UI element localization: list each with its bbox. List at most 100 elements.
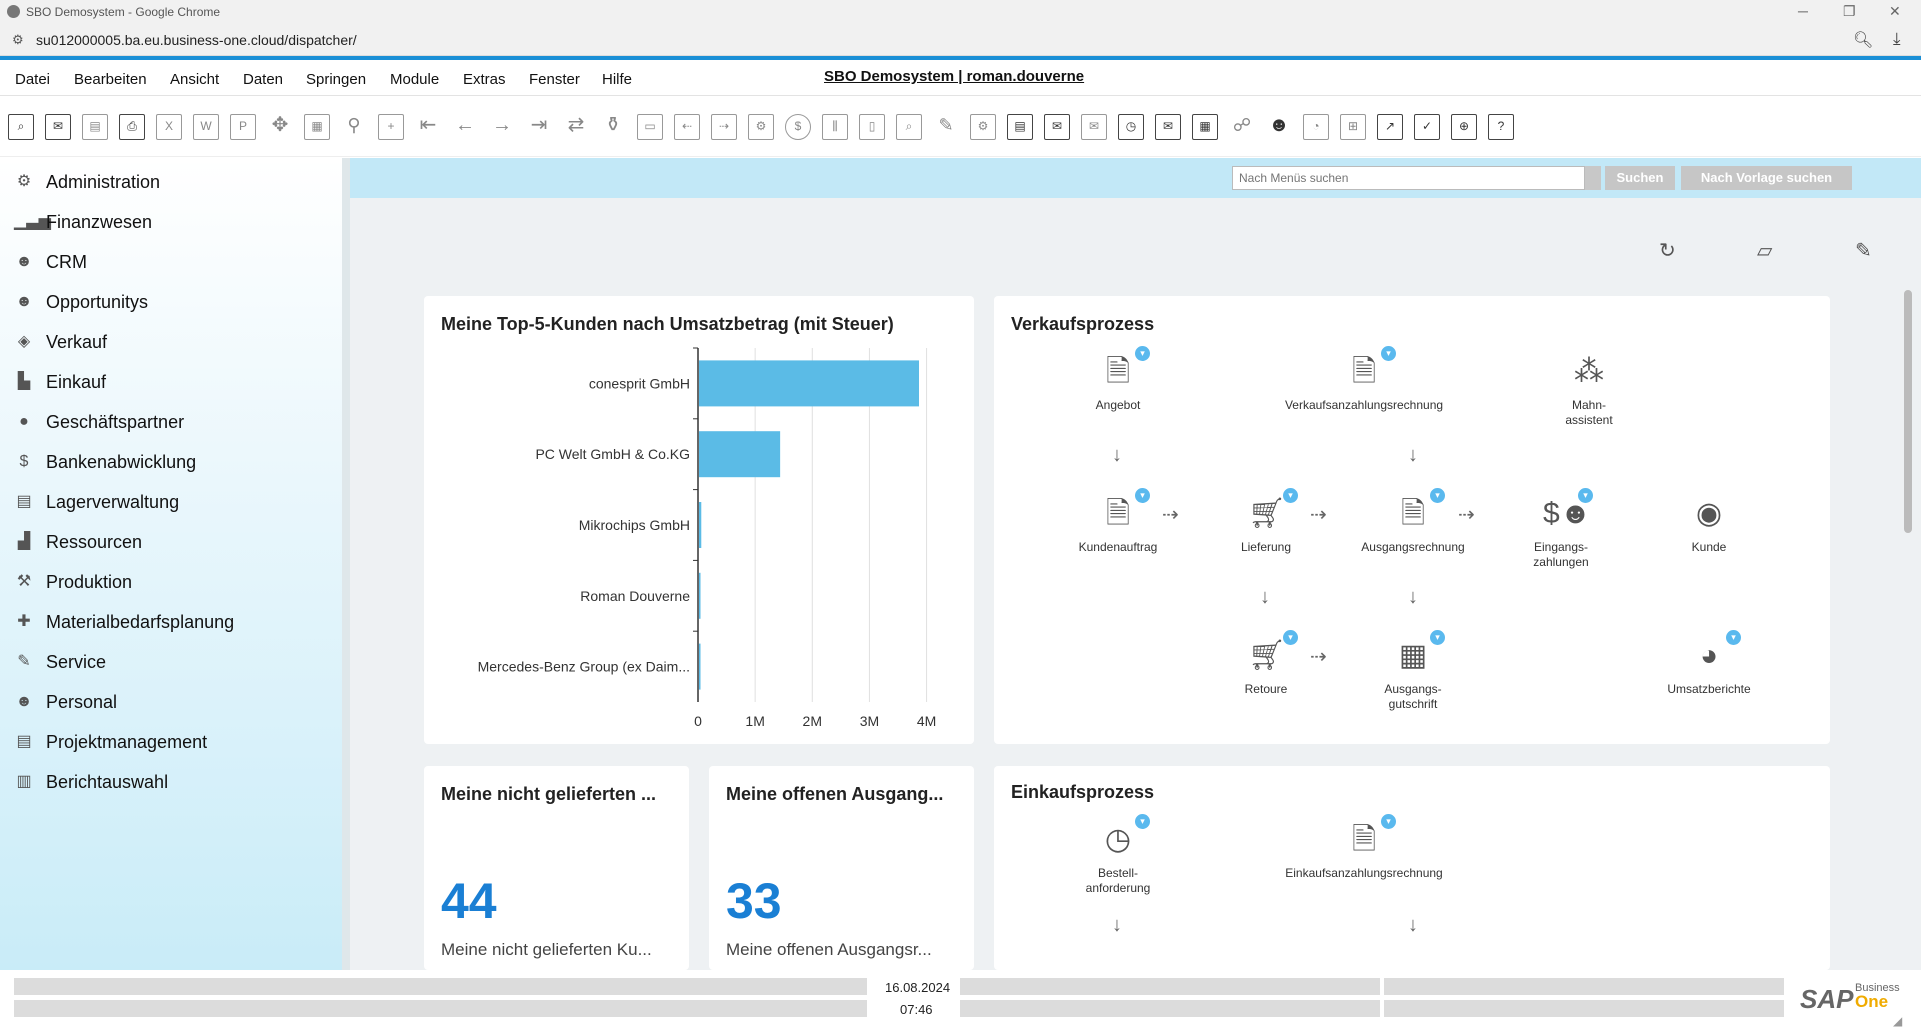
cockpit-icon[interactable]: ▱: [1757, 238, 1772, 263]
first-record-icon[interactable]: ⇤: [415, 114, 441, 140]
form-icon[interactable]: ▦: [304, 114, 330, 140]
activity-icon[interactable]: ◷: [1118, 114, 1144, 140]
sidebar-item-label: Administration: [46, 171, 161, 192]
address-bar[interactable]: ⚙ su012000005.ba.eu.business-one.cloud/d…: [0, 24, 1921, 56]
sidebar-item-finanzwesen[interactable]: ▁▃▅ Finanzwesen: [14, 210, 152, 234]
node-ausgangsgutschrift[interactable]: ▦ ▾ Ausgangs-gutschrift: [1338, 630, 1488, 712]
search-dropdown-button[interactable]: [1585, 166, 1601, 190]
widget-icon[interactable]: ⊞: [1340, 114, 1366, 140]
alerts-icon[interactable]: ✉: [1081, 114, 1107, 140]
sidebar-item-produktion[interactable]: ⚒ Produktion: [14, 570, 132, 594]
resources-icon: ▟: [17, 533, 31, 550]
node-umsatzberichte[interactable]: ◕ ▾ Umsatzberichte: [1634, 630, 1784, 697]
restore-button[interactable]: ❐: [1843, 3, 1856, 20]
target-doc-icon[interactable]: ⇢: [711, 114, 737, 140]
sidebar-item-materialbedarfsplanung[interactable]: ✚ Materialbedarfsplanung: [14, 610, 234, 634]
sidebar-item-berichtauswahl[interactable]: ▥ Berichtauswahl: [14, 770, 168, 794]
filter-icon[interactable]: ⚱: [600, 114, 626, 140]
sidebar-splitter[interactable]: [342, 158, 350, 970]
report-icon[interactable]: ▤: [1007, 114, 1033, 140]
gross-profit-icon[interactable]: ⫼: [822, 114, 848, 140]
menu-extras[interactable]: Extras: [463, 71, 506, 88]
kpi-open-invoices-card[interactable]: Meine offenen Ausgang... 33 Meine offene…: [709, 766, 974, 970]
sidebar-item-crm[interactable]: ☻ CRM: [14, 250, 87, 274]
menu-module[interactable]: Module: [390, 71, 439, 88]
doc-clock-icon[interactable]: ◔: [1303, 114, 1329, 140]
web-icon[interactable]: ⊕: [1451, 114, 1477, 140]
node-mahnassistent[interactable]: ⁂ Mahn-assistent: [1514, 352, 1664, 428]
site-info-icon[interactable]: ⚙: [12, 32, 24, 48]
node-angebot[interactable]: 🗎 ▾ Angebot: [1043, 346, 1193, 413]
add-icon[interactable]: +: [378, 114, 404, 140]
node-eingangszahlungen[interactable]: $☻ ▾ Eingangs-zahlungen: [1486, 488, 1636, 570]
next-record-icon[interactable]: →: [489, 114, 515, 140]
incoming-payment-icon: $☻ ▾: [1543, 488, 1593, 530]
refresh-data-icon[interactable]: ⇄: [563, 114, 589, 140]
payment-icon[interactable]: $: [785, 114, 811, 140]
node-verkaufsanzahlungsrechnung[interactable]: 🗎 ▾ Verkaufsanzahlungsrechnung: [1191, 346, 1537, 413]
binoculars-icon[interactable]: ⚲: [341, 114, 367, 140]
menu-search-input[interactable]: [1232, 166, 1585, 190]
menu-ansicht[interactable]: Ansicht: [170, 71, 219, 88]
word-icon[interactable]: W: [193, 114, 219, 140]
url-text[interactable]: su012000005.ba.eu.business-one.cloud/dis…: [36, 32, 357, 48]
doc-settings-icon[interactable]: ⚙: [748, 114, 774, 140]
layout-icon[interactable]: ▯: [859, 114, 885, 140]
print-icon[interactable]: ⎙: [119, 114, 145, 140]
org-icon[interactable]: ☍: [1229, 114, 1255, 140]
sidebar-item-einkauf[interactable]: ▙ Einkauf: [14, 370, 106, 394]
cockpit-scrollbar[interactable]: [1904, 290, 1912, 533]
settings-doc-icon[interactable]: ⚙: [970, 114, 996, 140]
sort-icon[interactable]: ▭: [637, 114, 663, 140]
sidebar-item-personal[interactable]: ☻ Personal: [14, 690, 117, 714]
excel-icon[interactable]: X: [156, 114, 182, 140]
menu-bearbeiten[interactable]: Bearbeiten: [74, 71, 147, 88]
last-record-icon[interactable]: ⇥: [526, 114, 552, 140]
menu-hilfe[interactable]: Hilfe: [602, 71, 632, 88]
edit-icon[interactable]: ✎: [933, 114, 959, 140]
sidebar-item-geschaeftspartner[interactable]: ● Geschäftspartner: [14, 410, 184, 434]
sidebar-item-lagerverwaltung[interactable]: ▤ Lagerverwaltung: [14, 490, 179, 514]
help-icon[interactable]: ?: [1488, 114, 1514, 140]
download-icon[interactable]: ⤓: [1893, 29, 1901, 49]
resize-grip-icon[interactable]: ◢: [1893, 1014, 1902, 1028]
refresh-icon[interactable]: ↻: [1659, 238, 1676, 263]
search-button[interactable]: Suchen: [1605, 166, 1675, 190]
sidebar-item-service[interactable]: ✎ Service: [14, 650, 106, 674]
sidebar-item-bankenabwicklung[interactable]: $ Bankenabwicklung: [14, 450, 197, 474]
print-preview-icon[interactable]: ▤: [82, 114, 108, 140]
approval-icon[interactable]: ✓: [1414, 114, 1440, 140]
sidebar-item-ressourcen[interactable]: ▟ Ressourcen: [14, 530, 142, 554]
node-einkaufsanzahlungsrechnung[interactable]: 🗎 ▾ Einkaufsanzahlungsrechnung: [1191, 814, 1537, 881]
close-button[interactable]: ✕: [1889, 3, 1901, 20]
messages-icon[interactable]: ✉: [1044, 114, 1070, 140]
search-doc-icon[interactable]: ⌕: [8, 114, 34, 140]
node-kunde[interactable]: ◉ Kunde: [1634, 494, 1784, 555]
menu-daten[interactable]: Daten: [243, 71, 283, 88]
edit-cockpit-icon[interactable]: ✎: [1855, 238, 1872, 263]
previous-record-icon[interactable]: ←: [452, 114, 478, 140]
pdf-icon[interactable]: P: [230, 114, 256, 140]
kpi-undelivered-card[interactable]: Meine nicht gelieferten ... 44 Meine nic…: [424, 766, 689, 970]
template-search-button[interactable]: Nach Vorlage suchen: [1681, 166, 1852, 190]
inbox-icon[interactable]: ✉: [1155, 114, 1181, 140]
menu-datei[interactable]: Datei: [15, 71, 50, 88]
order-doc-icon: 🗎 ▾: [1100, 488, 1150, 534]
user-icon[interactable]: ☻: [1266, 114, 1292, 140]
move-icon[interactable]: ✥: [267, 114, 293, 140]
sidebar-item-administration[interactable]: ⚙ Administration: [14, 170, 160, 194]
chart-doc-icon[interactable]: ↗: [1377, 114, 1403, 140]
menu-fenster[interactable]: Fenster: [529, 71, 580, 88]
sidebar-item-opportunitys[interactable]: ☻ Opportunitys: [14, 290, 148, 314]
base-doc-icon[interactable]: ⇠: [674, 114, 700, 140]
calendar-icon[interactable]: ▦: [1192, 114, 1218, 140]
sidebar-item-verkauf[interactable]: ◈ Verkauf: [14, 330, 107, 354]
sidebar-item-label: Geschäftspartner: [46, 411, 185, 432]
node-bestellanforderung[interactable]: ◷ ▾ Bestell-anforderung: [1043, 814, 1193, 896]
zoom-icon[interactable]: 🔍︎: [1853, 30, 1873, 50]
mail-icon[interactable]: ✉: [45, 114, 71, 140]
sidebar-item-projektmanagement[interactable]: ▤ Projektmanagement: [14, 730, 207, 754]
menu-springen[interactable]: Springen: [306, 71, 366, 88]
query-icon[interactable]: ⌕: [896, 114, 922, 140]
minimize-button[interactable]: ─: [1798, 3, 1808, 19]
